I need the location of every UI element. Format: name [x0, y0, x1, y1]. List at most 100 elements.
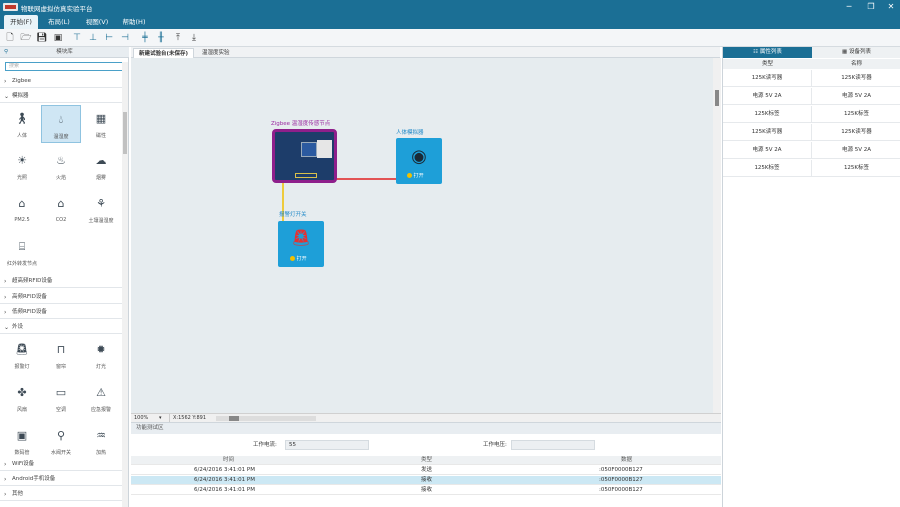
menu-layout[interactable]: 布局(L) [42, 15, 76, 29]
property-row[interactable]: 125K读写器 125K读写器 [723, 70, 900, 87]
alarm-open[interactable]: 打开 [290, 255, 307, 262]
minimize-button[interactable]: ─ [838, 0, 860, 14]
current-field[interactable]: 55 [285, 440, 369, 450]
person-icon: 🚶︎ [15, 112, 29, 125]
category-lf-rfid[interactable]: › 低频RFID设备 [0, 306, 122, 319]
scrollbar-thumb[interactable] [229, 416, 239, 421]
toolbar: 🗋 🗁 💾︎ ▣ ⊤ ⊥ ⊢ ⊣ ╪ ╫ ⤒ ⤓ [0, 29, 900, 47]
module-aircon[interactable]: ▭ 空调 [41, 379, 81, 417]
align-center-h-icon[interactable]: ╪ [139, 32, 151, 44]
module-pm25[interactable]: ⌂ PM2.5 [2, 190, 42, 228]
tab-new-testbench[interactable]: 新建试验台(未保存) [133, 48, 195, 58]
emergency-icon: ⚠︎ [96, 386, 106, 399]
module-curtain[interactable]: ⊓ 窗帘 [41, 336, 81, 374]
category-hf-rfid[interactable]: › 高频RFID设备 [0, 291, 122, 304]
horizontal-scrollbar[interactable] [216, 416, 316, 421]
log-row[interactable]: 6/24/2016 3:41:01 PM 接收 :050F0000B127 [131, 476, 721, 485]
open-folder-icon[interactable]: 🗁 [20, 32, 32, 44]
voltage-field[interactable] [511, 440, 595, 450]
menu-start[interactable]: 开始(F) [4, 15, 38, 29]
body-sensor-tile[interactable]: ◉ 打开 [396, 138, 442, 184]
module-smoke[interactable]: ☁︎ 烟雾 [81, 147, 121, 185]
module-lamp[interactable]: ✹ 灯光 [81, 336, 121, 374]
app-logo [3, 3, 18, 11]
save-as-icon[interactable]: ▣ [52, 32, 64, 44]
menu-help[interactable]: 帮助(H) [117, 15, 151, 29]
module-fan[interactable]: ✤ 风扇 [2, 379, 42, 417]
module-flame[interactable]: ♨︎ 火焰 [41, 147, 81, 185]
zoom-level[interactable]: 100% [134, 414, 148, 422]
log-row[interactable]: 6/24/2016 3:41:01 PM 接收 :050F0000B127 [131, 486, 721, 495]
tab-temp-humidity[interactable]: 温湿度实验 [197, 48, 235, 58]
module-temp-humidity[interactable]: 💧︎ 温湿度 [41, 105, 81, 143]
module-ir-node[interactable]: ⌸ 红外转发节点 [2, 233, 42, 271]
body-sensor-open[interactable]: 打开 [407, 172, 424, 179]
canvas-scrollbar[interactable] [713, 58, 721, 413]
chevron-right-icon: › [4, 78, 7, 85]
category-peripheral[interactable]: ⌄ 外设 [0, 321, 122, 334]
module-body[interactable]: 🚶︎ 人体 [2, 105, 42, 143]
siren-icon: 🚨︎ [290, 228, 312, 247]
house-icon: ⌂ [18, 197, 26, 210]
category-wifi[interactable]: › WiFi设备 [0, 458, 122, 471]
chevron-right-icon: › [4, 309, 7, 316]
property-row[interactable]: 电源 5V 2A 电源 5V 2A [723, 88, 900, 105]
save-icon[interactable]: 💾︎ [36, 32, 48, 44]
category-android[interactable]: › Android手机设备 [0, 473, 122, 486]
siren-icon: 🚨︎ [15, 343, 29, 356]
align-left-icon[interactable]: ⊢ [103, 32, 115, 44]
scrollbar-thumb[interactable] [715, 90, 719, 106]
module-emergency[interactable]: ⚠︎ 应急报警 [81, 379, 121, 417]
sensor-module [317, 140, 332, 158]
module-co2[interactable]: ⌂ CO2 [41, 190, 81, 228]
close-button[interactable]: ✕ [880, 0, 900, 14]
alarm-light-tile[interactable]: 🚨︎ 打开 [278, 221, 324, 267]
module-water-valve[interactable]: ⚲ 水阀开关 [41, 422, 81, 460]
dropdown-icon[interactable]: ▾ [159, 414, 162, 422]
category-other[interactable]: › 其他 [0, 488, 122, 501]
property-row[interactable]: 125K标签 125K标签 [723, 160, 900, 177]
align-right-icon[interactable]: ⊣ [119, 32, 131, 44]
aircon-icon: ▭ [55, 386, 67, 399]
property-row[interactable]: 125K读写器 125K读写器 [723, 124, 900, 141]
module-heater[interactable]: ♒︎ 加热 [81, 422, 121, 460]
co2-icon: ⌂ [57, 197, 65, 210]
tab-properties[interactable]: ☷ 属性列表 [723, 47, 812, 58]
module-light[interactable]: ☀︎ 光照 [2, 147, 42, 185]
chevron-right-icon: › [4, 476, 7, 483]
menu-view[interactable]: 视图(V) [80, 15, 114, 29]
tab-devices[interactable]: ▦ 设备列表 [812, 47, 900, 58]
module-library-scrollbar[interactable] [122, 62, 128, 507]
zigbee-node[interactable] [272, 129, 337, 183]
wire-layer [281, 169, 399, 264]
list-icon: ☷ [753, 49, 760, 55]
design-canvas[interactable]: Zigbee 温湿度传感节点 人体模拟器 ◉ 打开 报警灯开关 🚨︎ 打开 [131, 58, 713, 413]
log-row[interactable]: 6/24/2016 3:41:01 PM 发送 :050F0000B127 [131, 466, 721, 475]
magnet-icon: ▦ [95, 112, 107, 125]
module-search-input[interactable]: 搜索 [5, 62, 126, 71]
align-top-icon[interactable]: ⊤ [71, 32, 83, 44]
category-uhf-rfid[interactable]: › 超高频RFID设备 [0, 275, 122, 288]
module-magnetic[interactable]: ▦ 磁性 [81, 105, 121, 143]
new-file-icon[interactable]: 🗋 [4, 32, 16, 44]
chevron-down-icon: ⌄ [4, 93, 10, 100]
module-library-panel: ⚲ 模块库 搜索 › Zigbee ⌄ 模拟器 🚶︎ 人体 💧︎ 温湿度 ▦ 磁性 ☀︎ 光… [0, 47, 129, 507]
align-bottom-icon[interactable]: ⊥ [87, 32, 99, 44]
module-alarm-light[interactable]: 🚨︎ 报警灯 [2, 336, 42, 374]
sun-icon: ☀︎ [17, 154, 27, 167]
bring-front-icon[interactable]: ⤒ [172, 32, 184, 44]
chevron-right-icon: › [4, 294, 7, 301]
scrollbar-thumb[interactable] [123, 112, 127, 154]
valve-icon: ⚲ [56, 429, 66, 442]
power-dot [407, 173, 412, 178]
property-row[interactable]: 125K标签 125K标签 [723, 106, 900, 123]
module-digit-tube[interactable]: ▣ 数码管 [2, 422, 42, 460]
send-back-icon[interactable]: ⤓ [188, 32, 200, 44]
restore-button[interactable]: ❐ [860, 0, 882, 14]
align-center-v-icon[interactable]: ╫ [155, 32, 167, 44]
category-zigbee[interactable]: › Zigbee [0, 75, 122, 88]
category-simulator[interactable]: ⌄ 模拟器 [0, 90, 122, 103]
module-soil[interactable]: ⚘︎ 土壤温湿度 [81, 190, 121, 228]
property-row[interactable]: 电源 5V 2A 电源 5V 2A [723, 142, 900, 159]
properties-header: 类型 名称 [723, 59, 900, 69]
